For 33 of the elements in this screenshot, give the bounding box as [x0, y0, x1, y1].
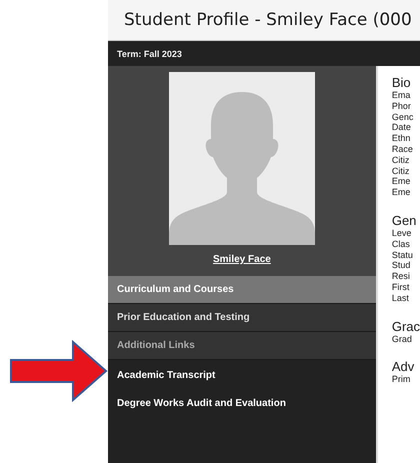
field-label: Leve [392, 228, 412, 239]
section-heading: Adv [392, 360, 416, 374]
section-header[interactable]: Additional Links [108, 332, 376, 360]
sidebar-link[interactable]: Academic Transcript [108, 362, 376, 390]
field-label: Resi [392, 271, 411, 282]
field-label: Citiz [392, 154, 410, 166]
section-heading: Grac [392, 320, 420, 334]
field-label: Grad [392, 334, 413, 344]
field-label: Eme [392, 187, 412, 198]
sidebar-link[interactable]: Degree Works Audit and Evaluation [108, 390, 376, 418]
window-title: Student Profile - Smiley Face (000 [124, 10, 412, 30]
field-label: Ethn [392, 133, 412, 144]
student-name-link[interactable]: Smiley Face [213, 254, 271, 265]
field-label: Statu [392, 250, 414, 260]
field-label: Eme [392, 176, 412, 188]
field-label: Last [392, 292, 410, 304]
arrow-icon [10, 340, 108, 402]
section-tab[interactable]: Prior Education and Testing [108, 304, 376, 332]
field-label: Citiz [392, 166, 410, 176]
section-heading: Gen [392, 214, 418, 228]
field-label: Prim [392, 374, 412, 386]
field-label: Race [392, 144, 414, 155]
field-label: First [392, 282, 410, 293]
field-label: Clas [392, 238, 411, 250]
avatar-silhouette-icon [168, 72, 315, 245]
field-label: Phor [392, 100, 412, 112]
field-label: Stud [392, 260, 412, 272]
section-tab[interactable]: Curriculum and Courses [108, 276, 376, 304]
field-label: Ema [392, 90, 412, 101]
field-label: Date [392, 122, 412, 134]
field-label: Genc [392, 112, 414, 122]
term-label: Term: Fall 2023 [117, 48, 182, 58]
section-heading: Bio [392, 76, 412, 90]
